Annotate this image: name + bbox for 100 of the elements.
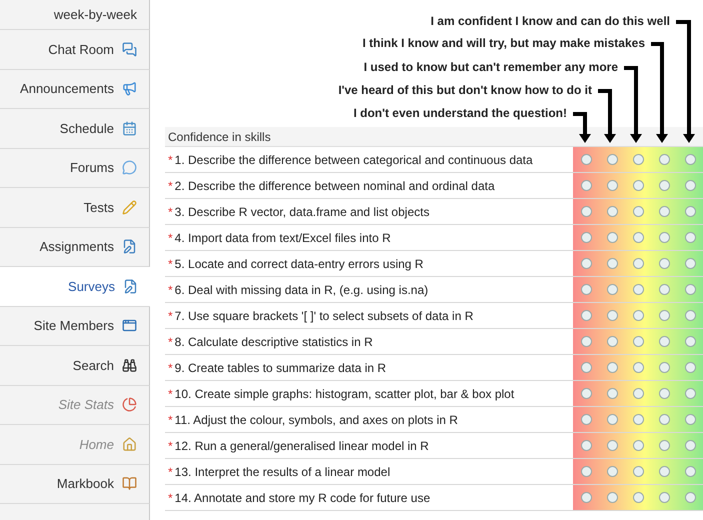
radio-button[interactable] [632,258,644,269]
radio-button[interactable] [632,388,644,399]
radio-button[interactable] [658,258,670,269]
house-icon [122,436,137,452]
radio-button[interactable] [580,258,592,269]
radio-button[interactable] [580,388,592,399]
question-text: 5. Locate and correct data-entry errors using R [174,256,424,272]
sidebar-item[interactable]: Surveys [0,267,150,306]
radio-button[interactable] [658,154,670,165]
sidebar-item[interactable]: Site Members [0,306,150,346]
radio-button[interactable] [632,310,644,321]
radio-button[interactable] [606,180,618,191]
radio-button[interactable] [606,232,618,243]
radio-button[interactable] [684,284,696,295]
sidebar-item[interactable]: Announcements [0,70,150,109]
question-text: 10. Create simple graphs: histogram, scatter plot, bar & box plot [174,386,514,402]
radio-button[interactable] [684,388,696,399]
radio-button[interactable] [580,310,592,321]
radio-button[interactable] [684,414,696,425]
required-mark: * [168,438,173,454]
radio-button[interactable] [632,362,644,373]
radio-button[interactable] [606,206,618,217]
question-text: 6. Deal with missing data in R, (e.g. using is.na) [174,282,428,298]
sidebar-item[interactable]: week-by-week [0,0,150,30]
radio-button[interactable] [684,440,696,451]
radio-button[interactable] [632,414,644,425]
radio-button[interactable] [684,310,696,321]
radio-button[interactable] [632,336,644,347]
sidebar-item[interactable]: Tests [0,188,150,228]
survey-title: Confidence in skills [168,128,271,146]
radio-button[interactable] [632,284,644,295]
radio-button[interactable] [606,414,618,425]
radio-button[interactable] [606,440,618,451]
radio-button[interactable] [632,180,644,191]
radio-button[interactable] [684,492,696,503]
required-mark: * [168,256,173,272]
sidebar-item[interactable]: Markbook [0,464,150,504]
radio-button[interactable] [580,466,592,477]
question-text: 2. Describe the difference between nominal and ordinal data [174,178,495,194]
arrow [598,89,616,143]
sidebar-item[interactable]: Search [0,346,150,386]
question-text: 3. Describe R vector, data.frame and list objects [174,204,430,220]
radio-button[interactable] [658,284,670,295]
radio-button[interactable] [658,388,670,399]
radio-button[interactable] [684,258,696,269]
radio-button[interactable] [632,206,644,217]
radio-button[interactable] [632,440,644,451]
radio-button[interactable] [606,310,618,321]
radio-button[interactable] [580,492,592,503]
question-text: 14. Annotate and store my R code for future use [174,490,430,506]
radio-button[interactable] [658,414,670,425]
radio-button[interactable] [606,258,618,269]
radio-button[interactable] [606,336,618,347]
radio-button[interactable] [658,206,670,217]
chat-icon [122,42,137,57]
sidebar-item[interactable]: Assignments [0,228,150,267]
pencil-icon [122,200,137,215]
radio-button[interactable] [580,336,592,347]
radio-button[interactable] [580,362,592,373]
radio-button[interactable] [606,492,618,503]
radio-button[interactable] [658,492,670,503]
radio-button[interactable] [632,492,644,503]
radio-button[interactable] [658,336,670,347]
required-mark: * [168,230,173,246]
binoculars-icon [122,358,137,373]
radio-button[interactable] [658,440,670,451]
radio-button[interactable] [580,180,592,191]
radio-button[interactable] [684,232,696,243]
required-mark: * [168,412,173,428]
radio-button[interactable] [684,206,696,217]
radio-button[interactable] [632,154,644,165]
radio-button[interactable] [580,414,592,425]
radio-button[interactable] [580,284,592,295]
sidebar-item[interactable]: Chat Room [0,30,150,70]
radio-button[interactable] [606,284,618,295]
radio-button[interactable] [580,206,592,217]
sidebar-item[interactable]: Schedule [0,109,150,148]
radio-button[interactable] [684,362,696,373]
sidebar-item[interactable]: Forums [0,148,150,188]
radio-button[interactable] [606,362,618,373]
radio-button[interactable] [658,232,670,243]
radio-button[interactable] [684,180,696,191]
radio-button[interactable] [658,362,670,373]
radio-button[interactable] [658,180,670,191]
radio-button[interactable] [606,154,618,165]
radio-button[interactable] [684,154,696,165]
radio-button[interactable] [684,336,696,347]
radio-button[interactable] [606,388,618,399]
radio-button[interactable] [580,440,592,451]
radio-button[interactable] [658,310,670,321]
required-mark: * [168,490,173,506]
radio-button[interactable] [606,466,618,477]
radio-button[interactable] [658,466,670,477]
radio-button[interactable] [632,466,644,477]
radio-button[interactable] [580,154,592,165]
radio-button[interactable] [632,232,644,243]
radio-button[interactable] [580,232,592,243]
required-mark: * [168,178,173,194]
question-text: 7. Use square brackets '[ ]' to select subsets of data in R [174,308,474,324]
radio-button[interactable] [684,466,696,477]
